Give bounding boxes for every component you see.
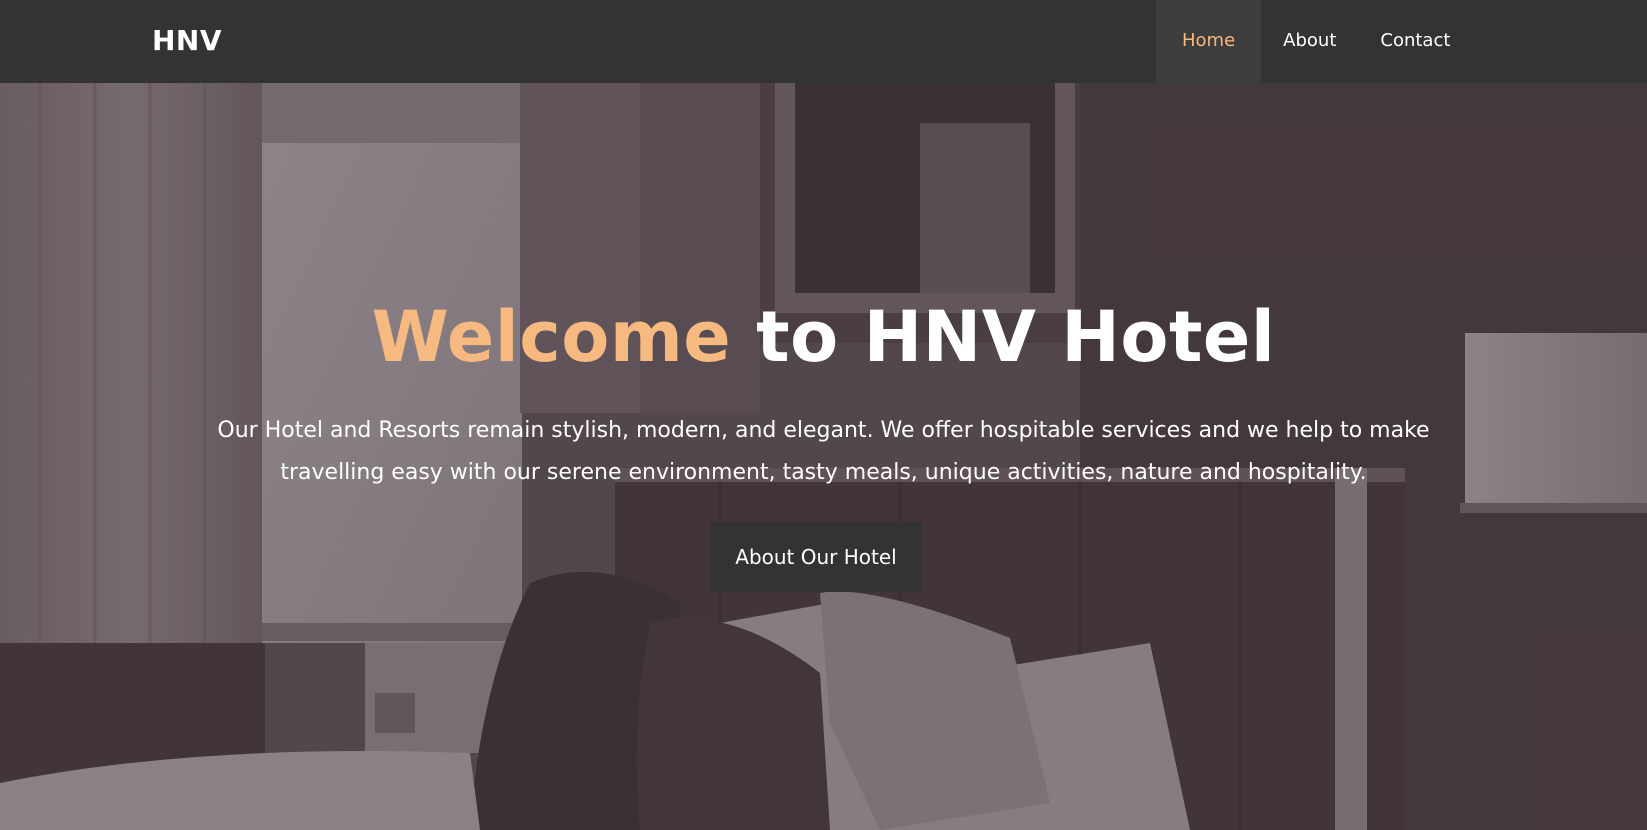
hero-title-rest: to HNV Hotel <box>731 296 1276 378</box>
hero-content: Welcome to HNV Hotel Our Hotel and Resor… <box>0 83 1647 830</box>
nav-link-home[interactable]: Home <box>1156 0 1262 83</box>
page: HNV Home About Contact Welcome to HNV Ho… <box>0 0 1647 830</box>
nav-link-about[interactable]: About <box>1261 0 1358 83</box>
hero-title: Welcome to HNV Hotel <box>0 295 1647 379</box>
hero-title-accent: Welcome <box>371 296 732 378</box>
nav-link-contact[interactable]: Contact <box>1358 0 1472 83</box>
about-our-hotel-button[interactable]: About Our Hotel <box>710 522 922 592</box>
nav-links: Home About Contact <box>1156 0 1472 83</box>
navbar: HNV Home About Contact <box>0 0 1647 83</box>
brand-logo[interactable]: HNV <box>152 0 222 83</box>
hero-section: Welcome to HNV Hotel Our Hotel and Resor… <box>0 83 1647 830</box>
hero-description: Our Hotel and Resorts remain stylish, mo… <box>217 418 1430 485</box>
